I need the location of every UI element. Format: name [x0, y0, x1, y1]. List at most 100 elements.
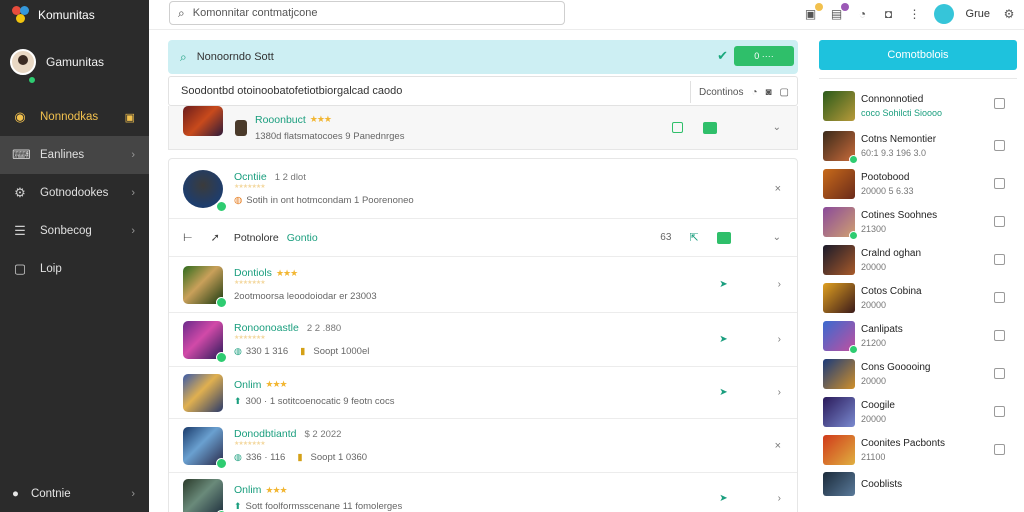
checkbox[interactable]	[994, 330, 1005, 341]
chat-icon[interactable]: ◔	[751, 87, 757, 98]
list-item[interactable]: Cons Gooooing 20000	[819, 355, 1017, 393]
play-icon[interactable]: ➤	[719, 387, 727, 398]
rating-stars: ★★★	[275, 267, 298, 278]
chevron-right-icon[interactable]: ›	[778, 334, 781, 345]
rating-stars-faint: ★★★★★★★	[234, 335, 266, 341]
play-icon[interactable]: ➤	[719, 493, 727, 504]
notifications-icon[interactable]: ▣	[804, 3, 823, 21]
row-subtitle: coco Sohilcti Sioooo	[861, 108, 943, 118]
rating-stars: ★★★	[265, 379, 287, 389]
list-item[interactable]: Donodbtiantd $ 2 2022 ★★★★★★★ ◍ 336 · 116 ▮…	[169, 419, 797, 473]
checkbox[interactable]	[994, 406, 1005, 417]
boost-icon: ⬆	[234, 395, 242, 406]
play-icon[interactable]: ➤	[719, 279, 727, 290]
search-input[interactable]: ⌕ Komonnitar contmatjcone	[169, 1, 565, 25]
home-icon: ◉	[14, 109, 26, 124]
row-count: 2 2 .880	[306, 322, 342, 334]
list-item[interactable]: Cotns Nemontier 60:1 9.3 196 3.0	[819, 127, 1017, 165]
checkbox[interactable]	[994, 178, 1005, 189]
sidebar-item-document[interactable]: ▢ Loip	[0, 250, 149, 288]
more-vertical-icon[interactable]: ⋮	[908, 7, 922, 21]
row-title: Coogile	[861, 400, 895, 411]
right-panel-list: Connonnotied coco Sohilcti Sioooo Cotns N…	[819, 78, 1017, 499]
sidebar-item-label: Eanlines	[40, 149, 85, 161]
list-item[interactable]: Cotos Cobina 20000	[819, 279, 1017, 317]
row-text: Canlipats 21200	[861, 324, 903, 348]
sidebar-footer-item[interactable]: ● Contnie ›	[0, 476, 149, 512]
list-item[interactable]: Ocntiie 1 2 dlot ★★★★★★★ ◍ Sotih in ont ho…	[169, 159, 797, 219]
list-item[interactable]: Canlipats 21200	[819, 317, 1017, 355]
checkbox[interactable]	[994, 444, 1005, 455]
row-title: Ronoonoastle 2 2 .880	[234, 322, 369, 334]
row-title-text: Ocntiie	[234, 171, 267, 183]
list-item[interactable]: ⊢ ➚ Potnolore Gontio 63 ⇱ ⌄	[169, 219, 797, 257]
chevron-down-icon[interactable]: ⌄	[773, 122, 781, 133]
list-item[interactable]: Rooonbuct ★★★ 1380d flatsmatocoes 9 Paned…	[168, 105, 798, 150]
rating-stars-faint: ★★★★★★★	[234, 184, 266, 190]
game-thumbnail	[183, 426, 227, 469]
sidebar-item-settings[interactable]: ⚙ Gotnodookes ›	[0, 174, 149, 212]
messages-icon[interactable]: ▤	[830, 3, 849, 21]
row-text: Onlim ★★★ ⬆ 300 · 1 sotitcoenocatic 9 feot…	[234, 379, 394, 407]
right-panel: Comotbolois Connonnotied coco Sohilcti Si…	[819, 40, 1017, 499]
sidebar-item-games[interactable]: ⌨ Eanlines ›	[0, 136, 149, 174]
right-panel-button[interactable]: Comotbolois	[819, 40, 1017, 70]
checkbox[interactable]	[994, 140, 1005, 151]
copy-icon[interactable]	[671, 122, 683, 133]
checkbox[interactable]	[994, 254, 1005, 265]
user-avatar[interactable]	[933, 4, 954, 24]
list-item[interactable]: Pootobood 20000 5 6.33	[819, 165, 1017, 203]
chevron-right-icon[interactable]: ›	[778, 279, 781, 290]
sidebar-item-list[interactable]: ☰ Sonbecog ›	[0, 212, 149, 250]
checkbox[interactable]	[994, 216, 1005, 227]
close-icon[interactable]: ×	[775, 183, 781, 195]
play-icon[interactable]	[702, 121, 717, 134]
list-item[interactable]: Coonites Pacbonts 21100	[819, 431, 1017, 469]
mail-icon[interactable]: ◘	[882, 7, 896, 21]
chevron-down-icon[interactable]: ⌄	[773, 232, 781, 243]
row-text: Cotos Cobina 20000	[861, 286, 922, 310]
rating-stars: ★★★	[309, 114, 332, 124]
list-item[interactable]: Connonnotied coco Sohilcti Sioooo	[819, 85, 1017, 127]
chat-icon[interactable]: ◔	[856, 7, 870, 21]
list-item[interactable]: Dontiols ★★★ ★★★★★★★ 2ootmoorsa leoodoiod…	[169, 257, 797, 313]
avatar	[10, 49, 36, 75]
rating-stars-faint: ★★★★★★★	[234, 280, 266, 286]
list-item[interactable]: Onlim ★★★ ⬆ Sott foolformsscenane 11 fomol…	[169, 473, 797, 512]
profile[interactable]: Gamunitas	[0, 32, 149, 92]
close-icon[interactable]: ×	[775, 440, 781, 452]
sidebar: Komunitas Gamunitas ◉ Nonnodkas ▣ ⌨ Eanl…	[0, 0, 149, 512]
filter-label: Nonoorndo Sott	[196, 51, 274, 63]
message-badge	[840, 3, 849, 11]
chevron-right-icon[interactable]: ›	[778, 493, 781, 504]
games-icon: ⌨	[12, 147, 31, 162]
filter-button[interactable]: 0 ····	[734, 46, 794, 66]
camera-icon[interactable]: ◙	[766, 87, 772, 98]
sidebar-item-home[interactable]: ◉ Nonnodkas ▣	[0, 98, 149, 136]
row-actions: ➤ ›	[719, 367, 781, 418]
checkbox[interactable]	[994, 368, 1005, 379]
list-header-label[interactable]: Dcontinos	[699, 87, 743, 98]
list-item[interactable]: Onlim ★★★ ⬆ 300 · 1 sotitcoenocatic 9 feot…	[169, 367, 797, 419]
row-title-text: Onlim	[234, 378, 262, 391]
row-title: Coonites Pacbonts	[861, 438, 945, 449]
play-icon[interactable]: ➤	[719, 334, 727, 345]
user-name[interactable]: Grue	[966, 8, 990, 20]
row-subtitle: 2ootmoorsa leoodoiodar er 23003	[234, 291, 377, 302]
list-item[interactable]: Cooblists	[819, 469, 1017, 499]
play-icon[interactable]	[716, 231, 731, 244]
row-title-text: Ronoonoastle	[234, 322, 299, 334]
settings-icon[interactable]: ⚙	[1002, 7, 1016, 21]
list-item[interactable]: Ronoonoastle 2 2 .880 ★★★★★★★ ◍ 330 1 316 ▮…	[169, 313, 797, 367]
checkbox[interactable]	[994, 98, 1005, 109]
checkbox[interactable]	[994, 292, 1005, 303]
list-item[interactable]: Coogile 20000	[819, 393, 1017, 431]
brand[interactable]: Komunitas	[0, 0, 149, 30]
grid-icon[interactable]: ▢	[780, 87, 789, 98]
row-text: Cotines Soohnes 21300	[861, 210, 937, 234]
chevron-right-icon[interactable]: ›	[778, 387, 781, 398]
list-item[interactable]: Cotines Soohnes 21300	[819, 203, 1017, 241]
share-icon[interactable]: ⇱	[689, 231, 698, 244]
list-item[interactable]: Cralnd oghan 20000	[819, 241, 1017, 279]
row-subtitle: 60:1 9.3 196 3.0	[861, 148, 927, 158]
